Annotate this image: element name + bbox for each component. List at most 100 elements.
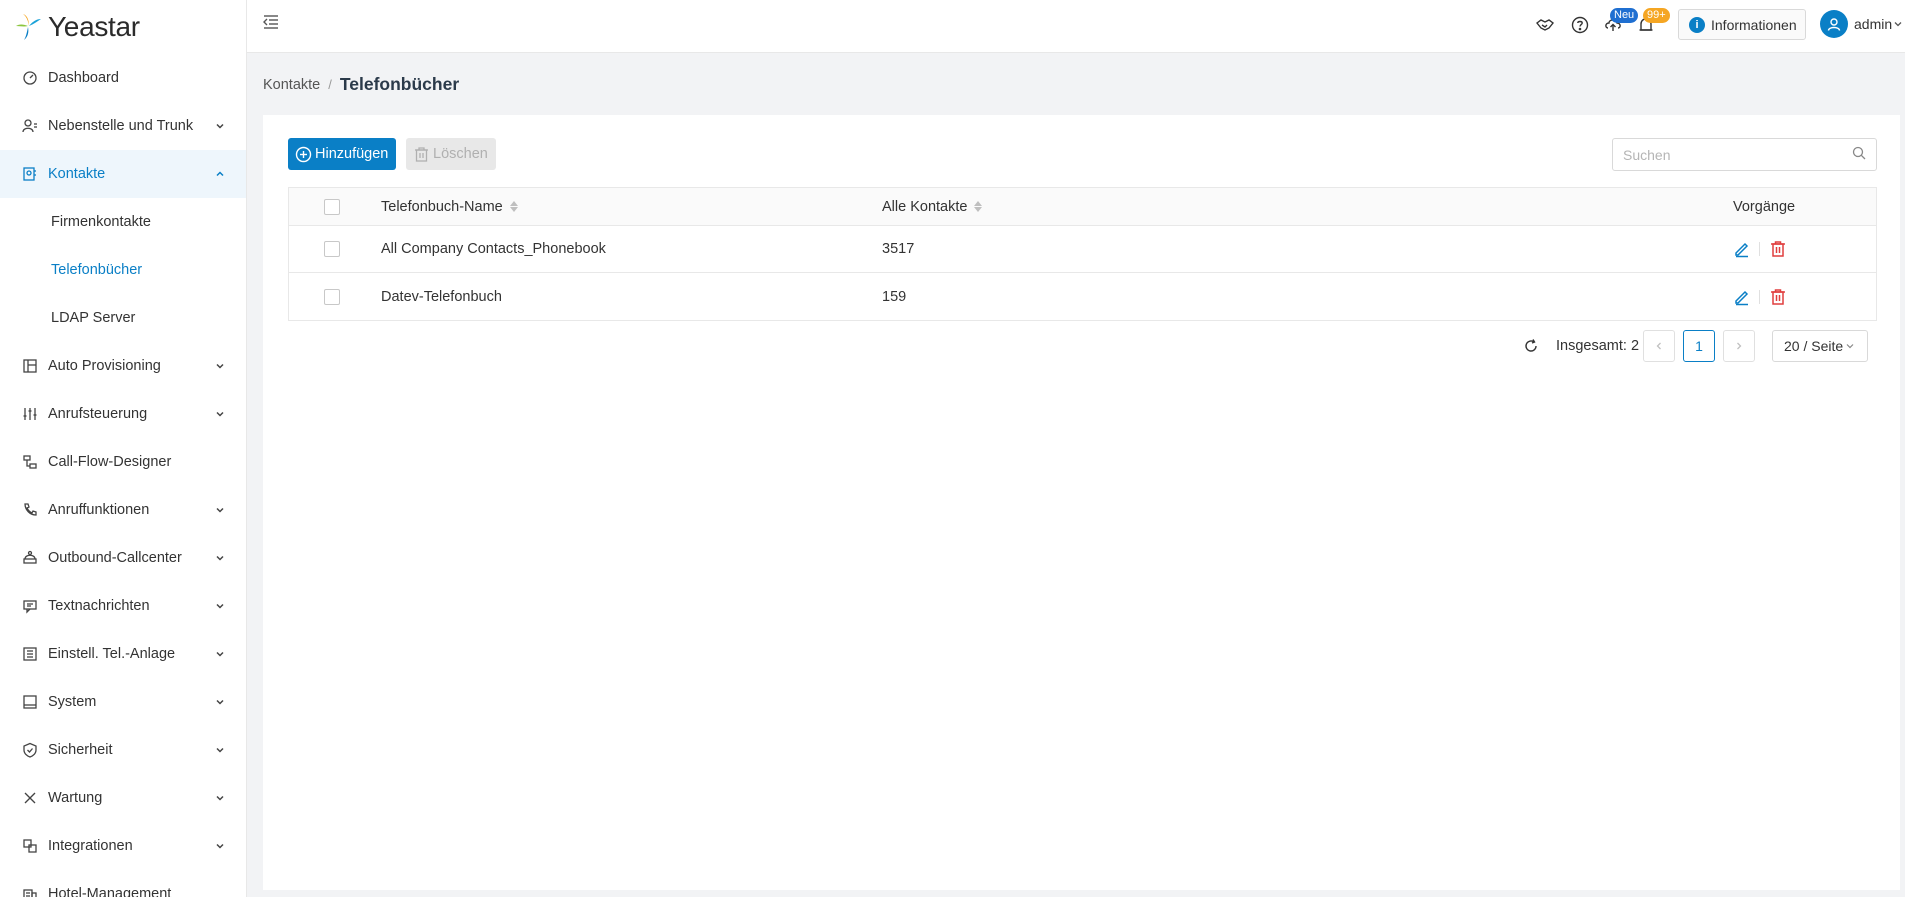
chevron-down-icon <box>1894 22 1902 27</box>
chevron-down-icon <box>214 360 226 372</box>
sidebar-item-label: Anruffunktionen <box>48 502 150 518</box>
sidebar-item-integrationen[interactable]: Integrationen <box>0 822 246 870</box>
content-panel: Hinzufügen Löschen Telefonbuch-Name Al <box>263 115 1900 890</box>
hotel-icon <box>22 886 38 897</box>
logo[interactable]: Yeastar <box>0 0 246 54</box>
sidebar-item-nebenstelle-und-trunk[interactable]: Nebenstelle und Trunk <box>0 102 246 150</box>
sidebar-item-dashboard[interactable]: Dashboard <box>0 54 246 102</box>
search-icon[interactable] <box>1852 146 1866 163</box>
sidebar-item-label: Einstell. Tel.-Anlage <box>48 646 176 662</box>
sidebar-item-call-flow-designer[interactable]: Call-Flow-Designer <box>0 438 246 486</box>
total-count: Insgesamt: 2 <box>1556 338 1640 354</box>
column-header-count[interactable]: Alle Kontakte <box>882 199 983 215</box>
sidebar-item-kontakte[interactable]: Kontakte <box>0 150 246 198</box>
sidebar-item-label: Call-Flow-Designer <box>48 454 172 470</box>
sidebar-item-outbound-callcenter[interactable]: Outbound-Callcenter <box>0 534 246 582</box>
column-header-operations: Vorgänge <box>1733 198 1796 215</box>
contacts-icon <box>22 166 38 182</box>
provisioning-icon <box>22 358 38 374</box>
info-icon: i <box>1689 16 1705 33</box>
sidebar-item-auto-provisioning[interactable]: Auto Provisioning <box>0 342 246 390</box>
phone-icon <box>22 502 38 518</box>
call-control-icon <box>22 406 38 422</box>
notification-icon[interactable]: 99+ <box>1636 8 1670 35</box>
information-button[interactable]: i Informationen <box>1678 9 1806 40</box>
sidebar-item-anrufsteuerung[interactable]: Anrufsteuerung <box>0 390 246 438</box>
column-header-name[interactable]: Telefonbuch-Name <box>381 199 518 215</box>
user-menu[interactable]: admin <box>1820 10 1903 38</box>
sidebar-item-label: Hotel-Management <box>48 886 172 897</box>
submenu-item[interactable]: LDAP Server <box>0 294 246 342</box>
plus-circle-icon <box>295 146 312 163</box>
sidebar-item-hotel-management[interactable]: Hotel-Management <box>0 870 246 897</box>
pagination: Insgesamt: 2 1 20 / Seite <box>263 330 1900 362</box>
dashboard-icon <box>22 70 38 86</box>
delete-button-label: Löschen <box>433 146 488 162</box>
collapse-sidebar-icon[interactable] <box>261 12 281 32</box>
chevron-down-icon <box>1845 341 1855 351</box>
sidebar-item-label: System <box>48 694 97 710</box>
sidebar-item-einstell-tel-anlage[interactable]: Einstell. Tel.-Anlage <box>0 630 246 678</box>
sidebar-item-anruffunktionen[interactable]: Anruffunktionen <box>0 486 246 534</box>
sidebar-item-label: Outbound-Callcenter <box>48 550 182 566</box>
top-header: Neu 99+ i Informationen admin <box>247 0 1905 53</box>
sidebar-item-wartung[interactable]: Wartung <box>0 774 246 822</box>
submenu-item[interactable]: Telefonbücher <box>0 246 246 294</box>
chevron-down-icon <box>214 840 226 852</box>
row-checkbox[interactable] <box>324 288 340 305</box>
submenu-item[interactable]: Firmenkontakte <box>0 198 246 246</box>
delete-icon[interactable] <box>1769 288 1787 306</box>
sidebar-item-label: Sicherheit <box>48 742 113 758</box>
sidebar-item-sicherheit[interactable]: Sicherheit <box>0 726 246 774</box>
refresh-icon[interactable] <box>1523 338 1539 354</box>
sidebar-item-label: Integrationen <box>48 838 133 854</box>
breadcrumb-kontakte-link[interactable]: Kontakte <box>263 77 320 93</box>
help-icon[interactable] <box>1570 15 1590 35</box>
handshake-icon[interactable] <box>1535 15 1555 35</box>
divider <box>1759 242 1760 256</box>
page-size-select[interactable]: 20 / Seite <box>1772 330 1868 362</box>
row-operations <box>1733 288 1787 306</box>
brand-name: Yeastar <box>48 11 140 42</box>
chevron-down-icon <box>214 696 226 708</box>
select-all-checkbox[interactable] <box>324 198 340 215</box>
wrench-icon <box>22 790 38 806</box>
row-checkbox[interactable] <box>324 241 340 257</box>
table-row: Datev-Telefonbuch 159 <box>289 273 1876 320</box>
edit-icon[interactable] <box>1733 240 1751 258</box>
delete-icon[interactable] <box>1769 240 1787 258</box>
page-size-value: 20 / Seite <box>1784 338 1844 354</box>
next-page-button[interactable] <box>1723 330 1755 362</box>
upgrade-icon[interactable]: Neu <box>1603 8 1639 35</box>
extension-icon <box>22 118 38 134</box>
edit-icon[interactable] <box>1733 288 1751 306</box>
sidebar-item-label: Nebenstelle und Trunk <box>48 118 194 134</box>
search-input[interactable] <box>1623 146 1852 163</box>
delete-button[interactable]: Löschen <box>406 138 496 170</box>
add-button[interactable]: Hinzufügen <box>288 138 396 170</box>
pbx-settings-icon <box>22 646 38 662</box>
chevron-down-icon <box>214 552 226 564</box>
breadcrumb: Kontakte / Telefonbücher <box>263 74 459 95</box>
contact-count: 159 <box>882 288 907 305</box>
page-title: Telefonbücher <box>339 74 460 94</box>
information-label: Informationen <box>1711 16 1797 33</box>
chevron-down-icon <box>214 120 226 132</box>
chevron-down-icon <box>214 504 226 516</box>
sort-icon[interactable] <box>509 201 518 212</box>
sidebar-item-label: Anrufsteuerung <box>48 406 148 422</box>
sidebar-menu: Dashboard Nebenstelle und Trunk Kontakte Fi… <box>0 54 246 897</box>
chevron-down-icon <box>214 744 226 756</box>
phonebook-name: All Company Contacts_Phonebook <box>381 241 606 257</box>
chevron-left-icon <box>1656 342 1661 350</box>
sidebar-item-textnachrichten[interactable]: Textnachrichten <box>0 582 246 630</box>
page-button[interactable]: 1 <box>1683 330 1715 362</box>
sort-icon[interactable] <box>974 201 983 212</box>
sidebar-item-system[interactable]: System <box>0 678 246 726</box>
sidebar-item-label: Wartung <box>48 790 103 806</box>
search-box <box>1612 138 1877 171</box>
table-header-row: Telefonbuch-Name Alle Kontakte Vorgänge <box>289 188 1876 226</box>
integration-icon <box>22 838 38 854</box>
chevron-down-icon <box>214 792 226 804</box>
previous-page-button[interactable] <box>1643 330 1675 362</box>
